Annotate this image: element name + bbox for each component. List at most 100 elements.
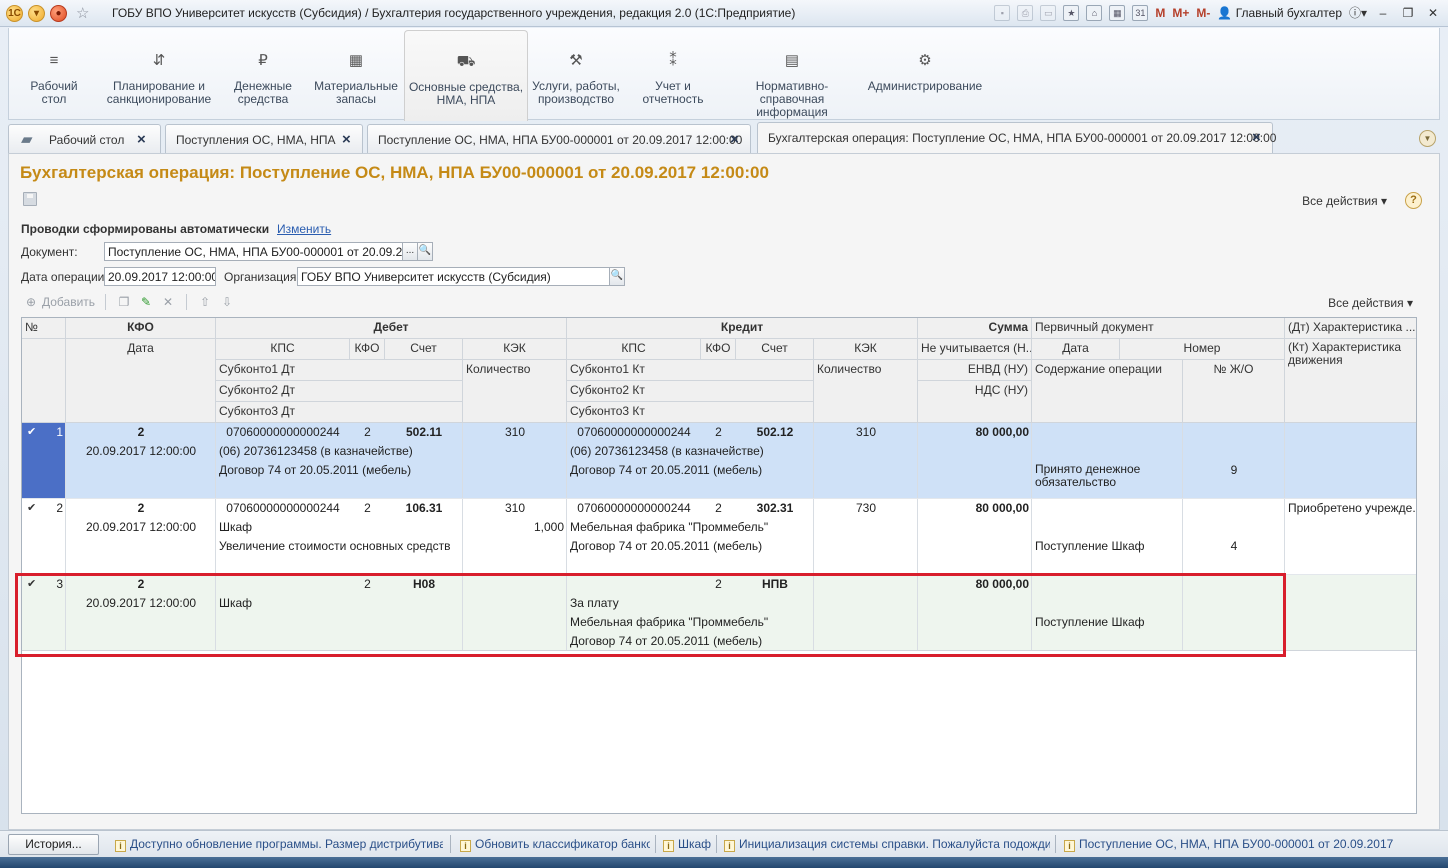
favorites-star-icon[interactable]: ☆ (76, 5, 89, 22)
edit-pencil-icon[interactable]: ✎ (138, 294, 154, 310)
calculator-icon[interactable]: ▦ (1109, 4, 1126, 21)
all-actions-menu[interactable]: Все действия ▾ (1302, 194, 1387, 208)
col-header-kt-kps[interactable]: КПС (567, 339, 701, 360)
section-materials[interactable]: ▦ Материальные запасы (309, 28, 403, 120)
col-header-dt-kps[interactable]: КПС (216, 339, 350, 360)
memory-m-button[interactable]: M (1155, 6, 1165, 20)
document-field[interactable]: Поступление ОС, НМА, НПА БУ00-000001 от … (104, 242, 404, 261)
section-fixed-assets[interactable]: ⛟ Основные средства, НМА, НПА (404, 30, 528, 121)
status-item-help-init[interactable]: i Инициализация системы справки. Пожалуйс… (724, 837, 1050, 852)
close-tab-icon[interactable]: × (342, 131, 351, 148)
section-accounting[interactable]: ⁑ Учет и отчетность (635, 28, 711, 120)
col-header-journal[interactable]: № Ж/О (1183, 360, 1285, 423)
minimize-button[interactable]: – (1374, 6, 1392, 20)
search-icon[interactable]: 🔍 (417, 242, 433, 261)
col-header-dt-account[interactable]: Счет (385, 339, 463, 360)
add-favorite-icon[interactable]: ★ (1063, 4, 1080, 21)
status-separator (450, 835, 451, 853)
col-header-sub2-dt[interactable]: Субконто2 Дт (216, 381, 463, 402)
section-desktop[interactable]: ≡ Рабочий стол (19, 28, 89, 120)
col-header-dt-char[interactable]: (Дт) Характеристика ... (1285, 318, 1416, 339)
copy-icon[interactable]: ❐ (116, 294, 132, 310)
status-item-label: Обновить классификатор банков (475, 837, 650, 851)
section-admin[interactable]: ⚙ Администрирование (867, 28, 983, 120)
close-tab-icon[interactable]: × (1252, 129, 1261, 146)
col-header-num[interactable]: № (22, 318, 66, 339)
col-header-sub2-kt[interactable]: Субконто2 Кт (567, 381, 814, 402)
restore-button[interactable]: ❐ (1399, 6, 1417, 20)
history-button[interactable]: История... (8, 834, 99, 855)
move-up-icon[interactable]: ⇧ (197, 294, 213, 310)
col-header-kfo[interactable]: КФО (66, 318, 216, 339)
app-menu-icon[interactable]: 1C (6, 5, 23, 22)
col-header-date[interactable]: Дата (66, 339, 216, 423)
col-header-operation[interactable]: Содержание операции (1032, 360, 1183, 423)
user-menu[interactable]: 👤 Главный бухгалтер (1217, 6, 1342, 20)
row-sum: 80 000,00 (975, 425, 1029, 439)
tab-label: Поступления ОС, НМА, НПА (176, 133, 336, 147)
col-header-kt-account[interactable]: Счет (736, 339, 814, 360)
memory-plus-button[interactable]: M+ (1172, 6, 1189, 20)
info-icon[interactable]: ⓘ▾ (1349, 4, 1367, 21)
calendar-icon[interactable]: 31 (1132, 4, 1149, 21)
preview-icon[interactable]: ▭ (1040, 4, 1057, 21)
tab-desktop[interactable]: ▰ Рабочий стол × (8, 124, 161, 153)
help-button[interactable]: ? (1405, 192, 1422, 209)
col-header-pd-date[interactable]: Дата (1032, 339, 1120, 360)
col-header-credit[interactable]: Кредит (567, 318, 918, 339)
main-menu-button[interactable]: ▾ (28, 5, 45, 22)
col-header-kt-char[interactable]: (Кт) Характеристика движения (1285, 339, 1416, 423)
col-header-kt-kek[interactable]: КЭК (814, 339, 918, 360)
add-button[interactable]: ⊕ Добавить (23, 293, 95, 311)
move-down-icon[interactable]: ⇩ (219, 294, 235, 310)
col-header-envd[interactable]: ЕНВД (НУ) (918, 360, 1032, 381)
close-tab-icon[interactable]: × (730, 131, 739, 148)
col-header-debit[interactable]: Дебет (216, 318, 567, 339)
save-icon[interactable]: ▪ (994, 4, 1011, 21)
col-header-dt-qty[interactable]: Количество (463, 360, 567, 423)
document-select-button[interactable]: ... (402, 242, 418, 261)
status-item-banks[interactable]: i Обновить классификатор банков (460, 837, 650, 852)
print-icon[interactable]: ⎙ (1017, 4, 1034, 21)
memory-minus-button[interactable]: M- (1196, 6, 1210, 20)
close-tab-icon[interactable]: × (137, 131, 146, 148)
col-header-pd-number[interactable]: Номер (1120, 339, 1285, 360)
col-header-sum[interactable]: Сумма (918, 318, 1032, 339)
posting-active-check-icon[interactable]: ✔ (27, 501, 36, 514)
col-header-sub3-kt[interactable]: Субконто3 Кт (567, 402, 814, 423)
sections-panel: ≡ Рабочий стол ⇵ Планирование и санкционир… (8, 28, 1440, 121)
search-icon[interactable]: 🔍 (609, 267, 625, 286)
row-dt-kps: 07060000000000244 (226, 425, 340, 439)
posting-active-check-icon[interactable]: ✔ (27, 425, 36, 438)
delete-icon[interactable]: ✕ (160, 294, 176, 310)
change-link[interactable]: Изменить (277, 222, 331, 236)
col-header-vat[interactable]: НДС (НУ) (918, 381, 1032, 423)
section-services[interactable]: ⚒ Услуги, работы, производство (531, 28, 621, 120)
section-money[interactable]: ₽ Денежные средства (227, 28, 299, 120)
tabs-menu-chevron-icon[interactable]: ▼ (1419, 130, 1436, 147)
organization-field[interactable]: ГОБУ ВПО Университет искусств (Субсидия) (297, 267, 611, 286)
operation-date-field[interactable]: 20.09.2017 12:00:00 (104, 267, 216, 286)
tab-accounting-operation[interactable]: Бухгалтерская операция: Поступление ОС, … (757, 122, 1276, 154)
col-header-not-counted[interactable]: Не учитывается (Н... (918, 339, 1032, 360)
col-header-sub1-dt[interactable]: Субконто1 Дт (216, 360, 463, 381)
section-reference[interactable]: ▤ Нормативно-справочная информация (725, 28, 859, 120)
back-button[interactable]: ● (50, 5, 67, 22)
close-window-button[interactable]: ✕ (1424, 6, 1442, 20)
col-header-primary-doc[interactable]: Первичный документ (1032, 318, 1285, 339)
col-header-dt-kek[interactable]: КЭК (463, 339, 567, 360)
col-header-sub1-kt[interactable]: Субконто1 Кт (567, 360, 814, 381)
col-header-sub3-dt[interactable]: Субконто3 Дт (216, 402, 463, 423)
tab-receipts-list[interactable]: Поступления ОС, НМА, НПА × (165, 124, 363, 153)
status-item-update[interactable]: i Доступно обновление программы. Размер д… (115, 837, 443, 852)
section-planning[interactable]: ⇵ Планирование и санкционирование (99, 28, 219, 120)
status-item-receipt[interactable]: i Поступление ОС, НМА, НПА БУ00-000001 от… (1064, 837, 1394, 852)
save-icon[interactable] (23, 192, 37, 206)
col-header-kt-qty[interactable]: Количество (814, 360, 918, 423)
table-all-actions-menu[interactable]: Все действия ▾ (1328, 296, 1413, 310)
tab-receipt-document[interactable]: Поступление ОС, НМА, НПА БУ00-000001 от … (367, 124, 751, 153)
status-item-wardrobe[interactable]: i Шкаф (663, 837, 713, 852)
col-header-kt-kfo[interactable]: КФО (701, 339, 736, 360)
bookmark-icon[interactable]: ⌂ (1086, 4, 1103, 21)
col-header-dt-kfo[interactable]: КФО (350, 339, 385, 360)
